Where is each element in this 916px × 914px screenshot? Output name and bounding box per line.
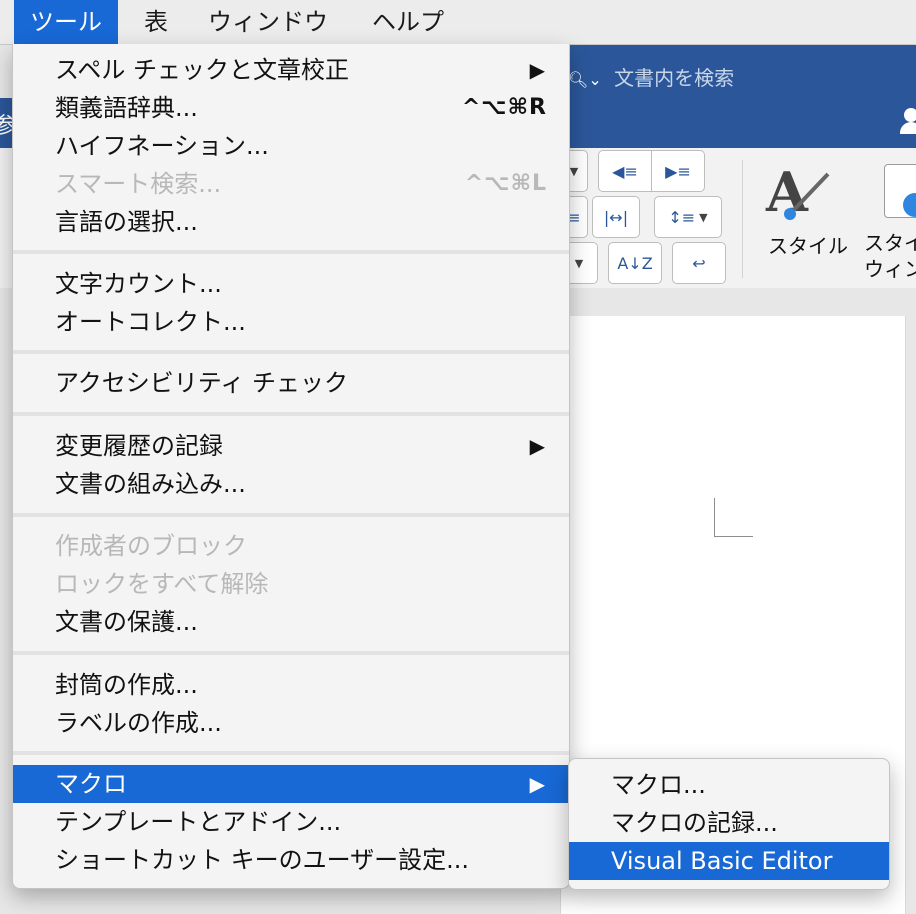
search-field[interactable]: 🔍︎⌄ 文書内を検索 [568, 62, 734, 91]
menu-item-language[interactable]: 言語の選択... [13, 203, 569, 241]
submenu-item-visual-basic-editor[interactable]: Visual Basic Editor [569, 842, 889, 880]
menu-item-unlock-all: ロックをすべて解除 [55, 570, 269, 598]
menu-separator [13, 751, 569, 755]
menu-item-accessibility-check[interactable]: アクセシビリティ チェック [13, 364, 569, 402]
menu-separator [13, 350, 569, 354]
menu-help[interactable]: ヘルプ [356, 0, 460, 44]
menu-item-macro[interactable]: マクロ ▶ [13, 765, 569, 803]
menu-table[interactable]: 表 [128, 0, 184, 44]
menu-separator [13, 513, 569, 517]
menu-item-autocorrect[interactable]: オートコレクト... [13, 303, 569, 341]
menu-item-protect-document[interactable]: 文書の保護... [13, 603, 569, 641]
sort-az-icon[interactable]: A↓Z [608, 242, 662, 284]
menu-separator [13, 250, 569, 254]
macro-submenu: マクロ... マクロの記録... Visual Basic Editor [568, 758, 890, 890]
margin-corner-mark [714, 498, 753, 537]
menu-item-thesaurus[interactable]: 類義語辞典... ^⌥⌘R [13, 89, 569, 127]
title-bar [560, 44, 916, 148]
search-chevron-icon: 🔍︎⌄ [568, 70, 602, 89]
submenu-item-record-macro[interactable]: マクロの記録... [569, 804, 889, 842]
menu-item-templates-addins[interactable]: テンプレートとアドイン... [13, 803, 569, 841]
menu-item-smart-lookup: スマート検索... ^⌥⌘L [13, 165, 569, 203]
line-spacing-icon[interactable]: ↕≡ ▼ [654, 196, 722, 238]
menu-item-hyphenation[interactable]: ハイフネーション... [13, 127, 569, 165]
submenu-item-macros[interactable]: マクロ... [569, 766, 889, 804]
shortcut-label: ^⌥⌘R [461, 95, 547, 120]
increase-indent-icon[interactable]: ▶≡ [651, 150, 705, 192]
submenu-arrow-icon: ▶ [529, 772, 545, 796]
styles-pane-icon[interactable] [884, 164, 916, 218]
menu-separator [13, 412, 569, 416]
menu-separator [13, 651, 569, 655]
styles-label: スタイル [768, 234, 848, 258]
paragraph-mark-icon[interactable]: ↩ [672, 242, 726, 284]
styles-gallery-icon[interactable]: A [766, 160, 836, 226]
tools-menu: スペル チェックと文章校正 ▶ 類義語辞典... ^⌥⌘R ハイフネーション..… [12, 44, 570, 889]
menu-item-track-changes[interactable]: 変更履歴の記録 ▶ [13, 427, 569, 465]
submenu-arrow-icon: ▶ [529, 434, 545, 458]
menu-item-block-authors: 作成者のブロック [55, 532, 247, 560]
ribbon-separator [742, 160, 743, 278]
menu-tools[interactable]: ツール [14, 0, 118, 44]
menu-item-merge-documents[interactable]: 文書の組み込み... [13, 465, 569, 503]
styles-pane-label: スタイ ウィン [864, 231, 916, 281]
menu-item-spelling-grammar[interactable]: スペル チェックと文章校正 ▶ [13, 51, 569, 89]
menu-item-word-count[interactable]: 文字カウント... [13, 265, 569, 303]
menu-item-envelopes[interactable]: 封筒の作成... [13, 666, 569, 704]
menu-window[interactable]: ウィンドウ [192, 0, 344, 44]
search-placeholder: 文書内を検索 [614, 66, 735, 90]
share-user-icon[interactable] [900, 108, 916, 136]
menu-item-customize-keyboard[interactable]: ショートカット キーのユーザー設定... [13, 841, 569, 879]
menu-item-labels[interactable]: ラベルの作成... [13, 704, 569, 742]
menu-bar: ツール 表 ウィンドウ ヘルプ [0, 0, 916, 45]
submenu-arrow-icon: ▶ [529, 58, 545, 82]
distributed-align-icon[interactable]: |↔| [592, 196, 640, 238]
shortcut-label: ^⌥⌘L [464, 171, 547, 196]
decrease-indent-icon[interactable]: ◀≡ [598, 150, 652, 192]
